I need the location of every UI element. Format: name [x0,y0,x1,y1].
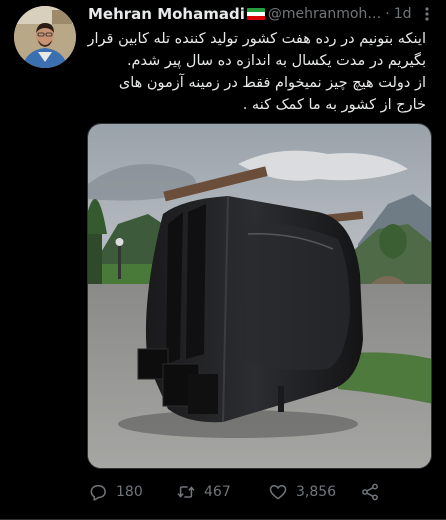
tweet-text-line: خارج از کشور به ما کمک کنه . [242,97,426,113]
tweet-time[interactable]: 1d [394,6,412,22]
retweet-button[interactable]: 467 [176,482,268,502]
separator-dot: · [385,6,390,22]
avatar[interactable] [14,6,76,68]
avatar-photo [14,6,76,68]
heart-icon [269,485,287,500]
tweet-text-line: از دولت هیچ چیز نمیخوام فقط در زمینه آزم… [118,75,426,91]
cable-car-cabin-photo [88,124,431,468]
like-button[interactable]: 3,856 [268,482,360,502]
tweet-text-line: اینکه بتونیم در رده هفت کشور تولید کننده… [87,31,426,47]
tweet-actions: 180 467 3,856 [88,480,428,504]
author-name[interactable]: Mehran Mohamadi [88,5,245,23]
tweet-media-image[interactable] [87,123,432,469]
more-dots-icon[interactable] [416,3,438,25]
iran-flag-icon [246,8,265,20]
like-count: 3,856 [296,484,337,500]
share-icon [362,483,378,501]
author-handle[interactable]: @mehranmoh… [268,6,381,22]
tweet[interactable]: Mehran Mohamadi @mehranmoh… · 1d اینکه ب… [0,0,446,520]
tweet-header: Mehran Mohamadi @mehranmoh… · 1d [88,3,438,25]
retweet-count: 467 [204,484,231,500]
reply-bubble-icon [90,485,106,501]
retweet-icon [177,486,195,498]
flag-stripe-red [246,16,265,20]
tweet-text-line: بگیریم در مدت یکسال به اندازه ده سال پیر… [126,53,426,69]
reply-button[interactable]: 180 [88,482,176,502]
reply-count: 180 [116,484,143,500]
tweet-text: اینکه بتونیم در رده هفت کشور تولید کننده… [86,28,426,116]
share-button[interactable] [360,482,388,502]
